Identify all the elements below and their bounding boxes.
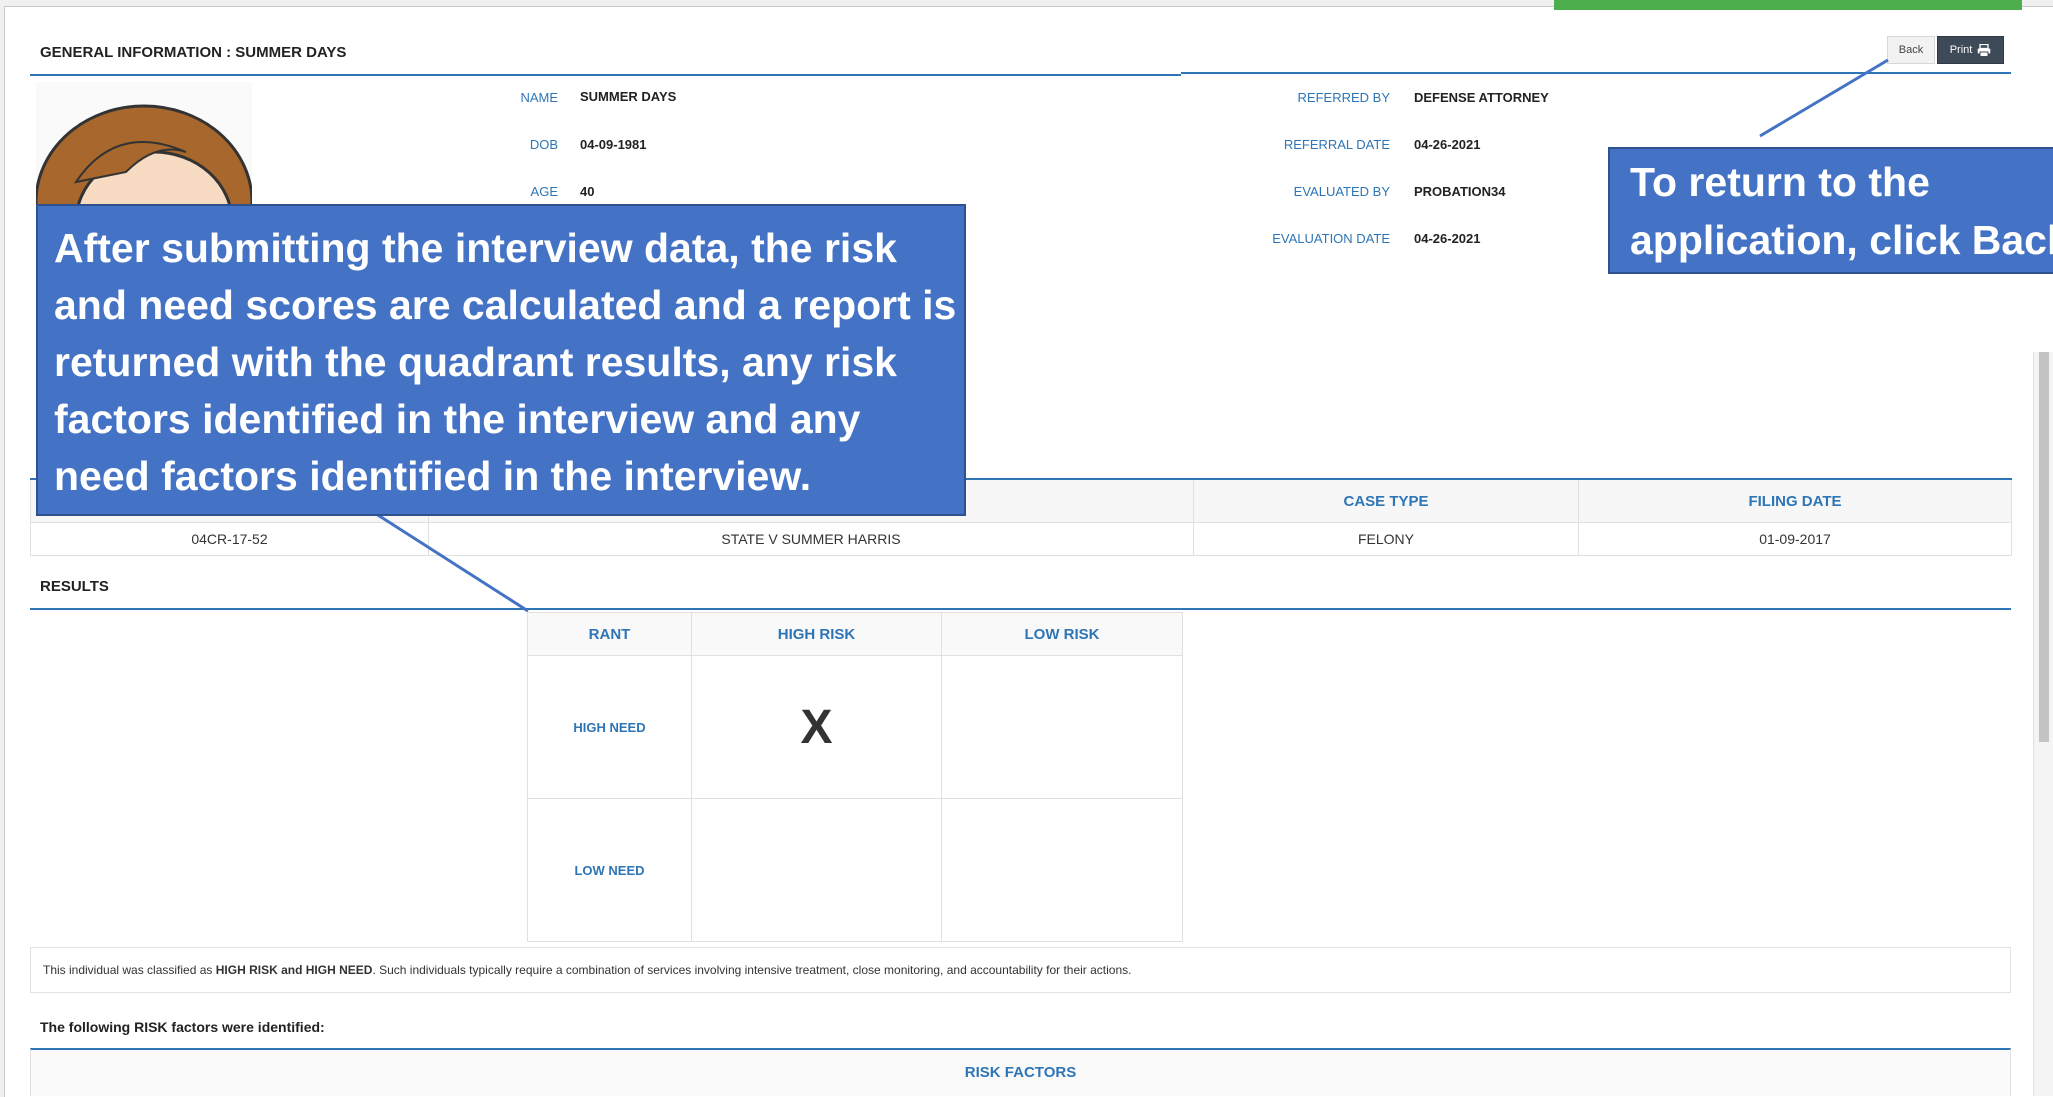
case-title-cell: STATE V SUMMER HARRIS — [428, 522, 1194, 556]
referral-date-label: REFERRAL DATE — [1283, 137, 1390, 152]
classification-summary: This individual was classified as HIGH R… — [30, 947, 2011, 993]
referral-date-value: 04-26-2021 — [1414, 137, 1481, 152]
dob-value: 04-09-1981 — [580, 137, 647, 152]
back-instruction-callout: To return to the application, click Back — [1608, 147, 2053, 274]
summary-prefix: This individual was classified as — [43, 963, 216, 977]
quadrant-corner-header: RANT — [527, 612, 692, 656]
low-need-label: LOW NEED — [527, 798, 692, 942]
general-info-label: GENERAL INFORMATION : — [40, 44, 232, 61]
quadrant-row-high-need: HIGH NEED X — [527, 655, 1183, 799]
back-instruction-line-1: To return to the — [1630, 159, 1930, 205]
back-instruction-line-2: application, click Back — [1630, 217, 2053, 263]
low-risk-header: LOW RISK — [941, 612, 1183, 656]
summary-suffix: . Such individuals typically require a c… — [372, 963, 1132, 977]
name-label: NAME — [520, 90, 558, 105]
print-button-label: Print — [1949, 44, 1973, 56]
filing-date-header: FILING DATE — [1578, 478, 2012, 523]
print-button[interactable]: Print — [1937, 36, 2004, 64]
age-label: AGE — [530, 184, 558, 199]
back-button[interactable]: Back — [1887, 36, 1935, 64]
name-value: SUMMER DAYS — [580, 89, 677, 104]
case-number-cell: 04CR-17-52 — [30, 522, 429, 556]
low-risk-low-need-cell — [941, 798, 1183, 942]
results-title: RESULTS — [40, 578, 109, 595]
quadrant-row-low-need: LOW NEED — [527, 798, 1183, 942]
back-button-label: Back — [1898, 44, 1924, 56]
case-type-header: CASE TYPE — [1193, 478, 1579, 523]
summary-classification: HIGH RISK and HIGH NEED — [215, 963, 373, 977]
risk-factors-header: RISK FACTORS — [30, 1048, 2011, 1096]
age-value: 40 — [580, 184, 595, 199]
evaluation-date-value: 04-26-2021 — [1414, 231, 1481, 246]
evaluated-by-label: EVALUATED BY — [1293, 184, 1390, 199]
header-divider-left — [30, 74, 1181, 76]
evaluation-date-label: EVALUATION DATE — [1272, 231, 1390, 246]
avatar-illustration — [36, 104, 252, 204]
printer-icon — [1978, 43, 1991, 57]
status-bar — [1554, 0, 2022, 10]
dob-label: DOB — [529, 137, 558, 152]
high-risk-high-need-cell: X — [691, 655, 942, 799]
results-divider — [30, 608, 2011, 610]
general-info-name: SUMMER DAYS — [235, 44, 347, 61]
high-risk-low-need-cell — [691, 798, 942, 942]
high-need-label: HIGH NEED — [527, 655, 692, 799]
case-type-cell: FELONY — [1193, 522, 1579, 556]
referred-by-label: REFERRED BY — [1297, 90, 1390, 105]
quadrant-table: RANT HIGH RISK LOW RISK HIGH NEED X LOW … — [527, 612, 1183, 942]
referred-by-value: DEFENSE ATTORNEY — [1414, 90, 1549, 105]
low-risk-high-need-cell — [941, 655, 1183, 799]
evaluated-by-value: PROBATION34 — [1414, 184, 1506, 199]
report-explanation-callout: After submitting the interview data, the… — [36, 204, 966, 516]
general-info-title: GENERAL INFORMATION : SUMMER DAYS — [40, 44, 346, 61]
risk-factors-intro: The following RISK factors were identifi… — [40, 1019, 325, 1035]
header-divider-right — [1181, 72, 2011, 74]
scrollbar-thumb[interactable] — [2039, 352, 2049, 742]
table-row: 04CR-17-52 STATE V SUMMER HARRIS FELONY … — [30, 522, 2012, 556]
quadrant-header: RANT HIGH RISK LOW RISK — [527, 612, 1183, 656]
high-risk-header: HIGH RISK — [691, 612, 942, 656]
avatar — [36, 82, 252, 204]
filing-date-cell: 01-09-2017 — [1578, 522, 2012, 556]
